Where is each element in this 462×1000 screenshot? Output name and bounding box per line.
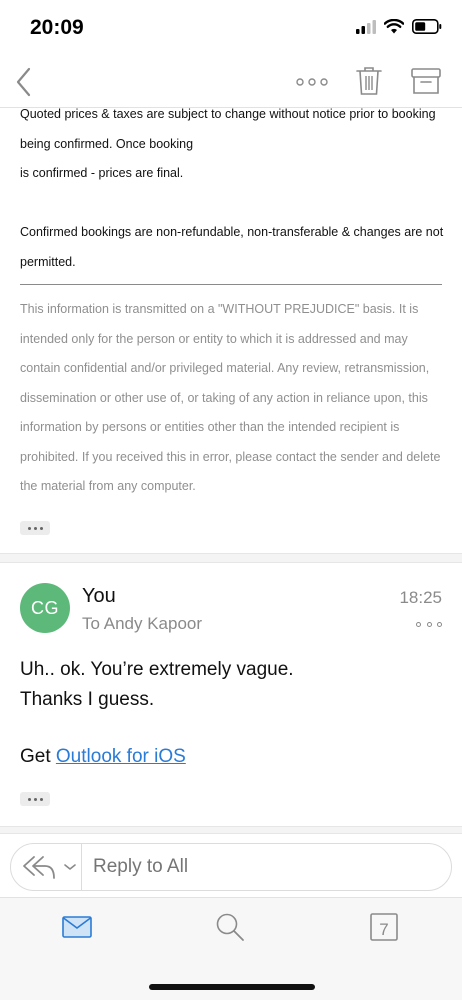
disclaimer-line: the material from any computer. — [20, 479, 196, 493]
quoted-message: Quoted prices & taxes are subject to cha… — [20, 100, 444, 277]
disclaimer-line: information by persons or entities other… — [20, 420, 400, 434]
quoted-line: Quoted prices & taxes are subject to cha… — [20, 107, 436, 121]
disclaimer-line: contain confidential and/or privileged m… — [20, 361, 430, 375]
reply-divider — [81, 844, 82, 890]
home-indicator — [149, 984, 315, 990]
message-separator — [0, 826, 462, 834]
quoted-line: Confirmed bookings are non-refundable, n… — [20, 225, 444, 239]
status-time: 20:09 — [30, 16, 84, 39]
message-more-icon[interactable] — [416, 617, 442, 631]
archive-icon[interactable] — [410, 66, 442, 96]
trash-icon[interactable] — [354, 64, 384, 98]
body-line: Thanks I guess. — [20, 689, 155, 710]
show-quoted-button[interactable] — [20, 521, 50, 535]
disclaimer-line: prohibited. If you received this in erro… — [20, 449, 441, 464]
divider — [20, 284, 442, 285]
disclaimer-line: This information is transmitted on a "WI… — [20, 302, 419, 316]
status-bar: 20:09 — [0, 0, 462, 56]
avatar[interactable]: CG — [20, 583, 70, 633]
search-icon[interactable] — [213, 912, 247, 942]
disclaimer-text: This information is transmitted on a "WI… — [20, 295, 444, 502]
body-line: Uh.. ok. You’re extremely vague. — [20, 659, 294, 680]
battery-icon — [412, 19, 442, 39]
wifi-icon — [383, 18, 405, 39]
reply-bar — [10, 843, 452, 891]
quoted-line: permitted. — [20, 254, 76, 269]
reply-all-icon[interactable] — [21, 852, 79, 882]
disclaimer-line: dissemination or other use of, or taking… — [20, 390, 428, 405]
signature-prefix: Get — [20, 746, 56, 767]
back-chevron-icon[interactable] — [8, 64, 38, 100]
sender-name: You — [82, 585, 116, 607]
signature: Get Outlook for iOS — [20, 744, 186, 770]
quoted-line: being confirmed. Once booking — [20, 136, 194, 151]
mail-icon[interactable] — [60, 912, 94, 942]
message-time: 18:25 — [399, 588, 442, 607]
message-body: Uh.. ok. You’re extremely vague. Thanks … — [20, 655, 440, 715]
calendar-day: 7 — [379, 920, 388, 939]
reply-input[interactable] — [93, 856, 433, 878]
signal-icon — [356, 19, 376, 39]
show-trimmed-button[interactable] — [20, 792, 50, 806]
more-horizontal-icon[interactable] — [292, 70, 332, 94]
message-separator — [0, 553, 462, 563]
quoted-line: is confirmed - prices are final. — [20, 166, 184, 180]
recipient-line[interactable]: To Andy Kapoor — [82, 614, 202, 634]
calendar-icon[interactable]: 7 — [367, 912, 401, 942]
outlook-link[interactable]: Outlook for iOS — [56, 746, 186, 767]
status-icons — [356, 18, 442, 39]
disclaimer-line: intended only for the person or entity t… — [20, 331, 408, 346]
